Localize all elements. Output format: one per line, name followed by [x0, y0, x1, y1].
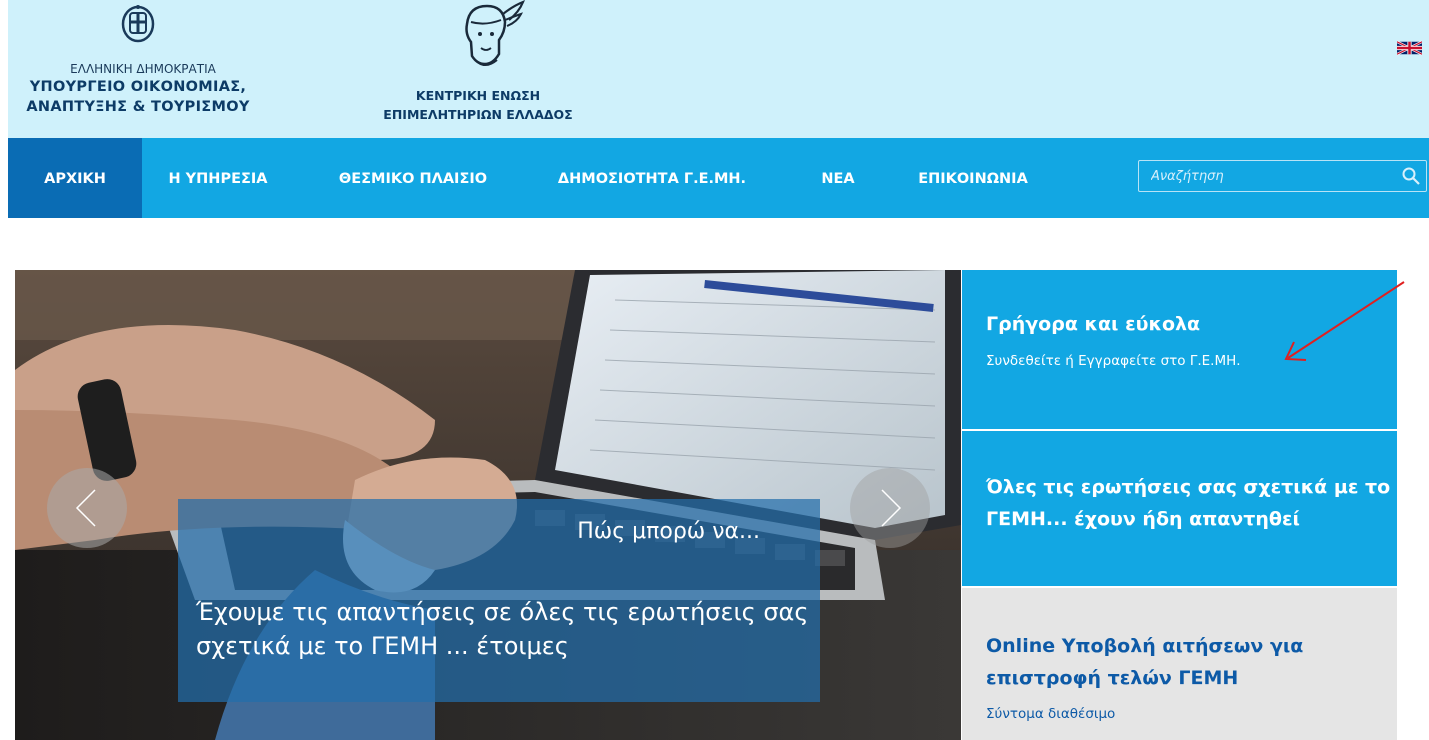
panel-faq-title: Όλες τις ερωτήσεις σας σχετικά με το ΓΕΜ… [986, 476, 1391, 530]
uk-flag-icon[interactable] [1397, 40, 1422, 56]
panel-faq[interactable]: Όλες τις ερωτήσεις σας σχετικά με το ΓΕΜ… [962, 431, 1397, 586]
nav-item-news[interactable]: ΝΕΑ [792, 138, 884, 218]
ministry-line-1: ΕΛΛΗΝΙΚΗ ΔΗΜΟΚΡΑΤΙΑ [70, 62, 216, 76]
slide-subtitle: Πώς μπορώ να... [577, 519, 760, 544]
hermes-logo-icon [465, 0, 525, 66]
slide-caption-text: Έχουμε τις απαντήσεις σε όλες τις ερωτήσ… [196, 598, 809, 660]
chevron-left-icon [75, 489, 96, 527]
nav-item-service[interactable]: Η ΥΠΗΡΕΣΙΑ [142, 138, 294, 218]
annotation-arrow-icon [1284, 281, 1405, 361]
panel-fee-refund[interactable]: Online Υποβολή αιτήσεων για επιστροφή τε… [962, 588, 1397, 740]
greek-emblem-icon [121, 5, 155, 43]
search-box [1138, 160, 1427, 192]
search-icon[interactable] [1401, 166, 1421, 186]
chamber-line-1: ΚΕΝΤΡΙΚΗ ΕΝΩΣΗ [415, 88, 541, 103]
chevron-right-icon [881, 489, 902, 527]
nav-item-legal-framework[interactable]: ΘΕΣΜΙΚΟ ΠΛΑΙΣΙΟ [318, 138, 508, 218]
panel-refund-title: Online Υποβολή αιτήσεων για επιστροφή τε… [986, 635, 1304, 689]
nav-item-home[interactable]: ΑΡΧΙΚΗ [8, 138, 142, 218]
chamber-logo[interactable]: ΚΕΝΤΡΙΚΗ ΕΝΩΣΗ ΕΠΙΜΕΛΗΤΗΡΙΩΝ ΕΛΛΑΔΟΣ [358, 0, 598, 138]
slider-prev-button[interactable] [47, 468, 127, 548]
nav-item-publicity[interactable]: ΔΗΜΟΣΙΟΤΗΤΑ Γ.Ε.ΜΗ. [540, 138, 764, 218]
chamber-line-2: ΕΠΙΜΕΛΗΤΗΡΙΩΝ ΕΛΛΑΔΟΣ [383, 107, 573, 122]
slider-next-button[interactable] [850, 468, 930, 548]
panel-refund-subtitle: Σύντομα διαθέσιμο [986, 706, 1116, 722]
ministry-line-2: ΥΠΟΥΡΓΕΙΟ ΟΙΚΟΝΟΜΙΑΣ, [29, 79, 247, 95]
slide-caption: Πώς μπορώ να... Έχουμε τις απαντήσεις σε… [178, 499, 820, 702]
search-input[interactable] [1139, 161, 1389, 191]
nav-item-contact[interactable]: ΕΠΙΚΟΙΝΩΝΙΑ [898, 138, 1048, 218]
ministry-line-3: ΑΝΑΠΤΥΞΗΣ & ΤΟΥΡΙΣΜΟΥ [26, 99, 250, 115]
site-header: ΕΛΛΗΝΙΚΗ ΔΗΜΟΚΡΑΤΙΑ ΥΠΟΥΡΓΕΙΟ ΟΙΚΟΝΟΜΙΑΣ… [8, 0, 1429, 138]
ministry-logo[interactable]: ΕΛΛΗΝΙΚΗ ΔΗΜΟΚΡΑΤΙΑ ΥΠΟΥΡΓΕΙΟ ΟΙΚΟΝΟΜΙΑΣ… [8, 0, 278, 138]
main-nav: ΑΡΧΙΚΗ Η ΥΠΗΡΕΣΙΑ ΘΕΣΜΙΚΟ ΠΛΑΙΣΙΟ ΔΗΜΟΣΙ… [8, 138, 1429, 218]
hero-slider[interactable]: Πώς μπορώ να... Έχουμε τις απαντήσεις σε… [15, 270, 961, 740]
